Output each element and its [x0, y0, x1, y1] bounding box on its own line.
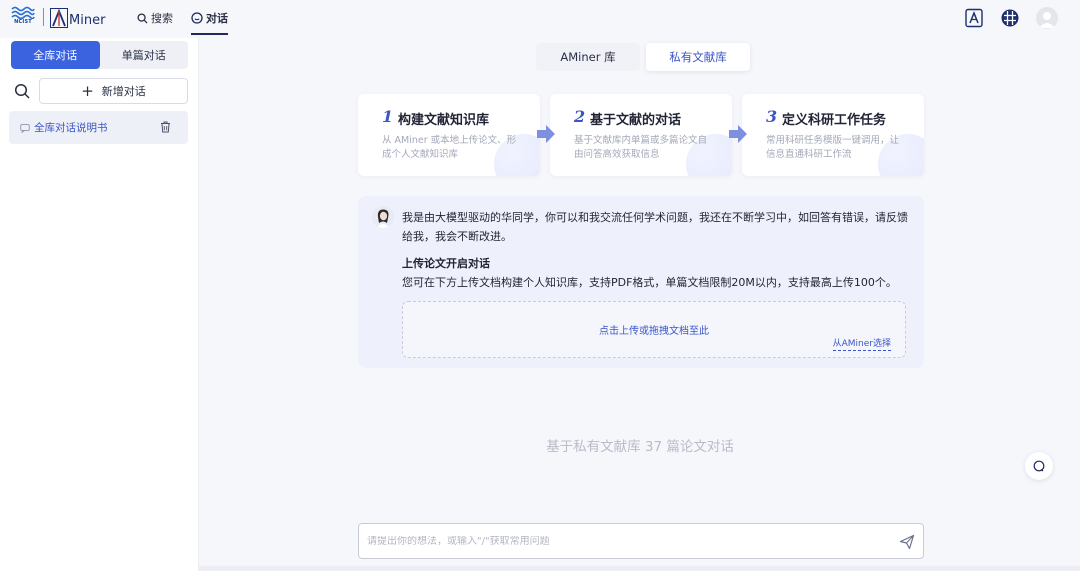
logo-divider — [43, 8, 44, 26]
bot-message-card: 我是由大模型驱动的华同学，你可以和我交流任何学术问题，我还在不断学习中，如回答有… — [358, 196, 924, 368]
step-card-build-library: 1 构建文献知识库 从 AMiner 或本地上传论文、形成个人文献知识库 — [358, 94, 540, 176]
aminer-icon[interactable] — [964, 8, 984, 28]
tab-full-library-chat[interactable]: 全库对话 — [11, 41, 100, 69]
new-chat-button[interactable]: + 新增对话 — [39, 78, 188, 104]
library-tabs: AMiner 库 私有文献库 — [536, 43, 756, 71]
library-summary-text: 基于私有文献库 37 篇论文对话 — [546, 439, 734, 455]
tab-private-library[interactable]: 私有文献库 — [646, 43, 750, 71]
nav-search[interactable]: 搜索 — [137, 10, 173, 26]
sidebar-tabs: 全库对话 单篇对话 — [11, 41, 188, 69]
step-number: 1 — [382, 107, 394, 126]
help-chat-icon — [1033, 460, 1045, 472]
aminer-a-icon — [50, 8, 68, 28]
aminer-logo-text: Miner — [69, 13, 106, 28]
nav-chat[interactable]: 对话 — [191, 10, 228, 26]
user-silhouette-icon — [1039, 12, 1055, 28]
step-title: 构建文献知识库 — [398, 113, 490, 128]
step-number: 2 — [574, 107, 586, 126]
dropzone-hint: 点击上传或拖拽文档至此 — [599, 326, 709, 337]
bot-avatar — [372, 206, 394, 228]
step-description: 常用科研任务模版一键调用，让信息直通科研工作流 — [766, 135, 900, 160]
tab-aminer-library[interactable]: AMiner 库 — [536, 43, 640, 71]
nav-active-indicator — [191, 33, 228, 35]
chat-input-box — [358, 523, 924, 559]
tab-single-paper-chat[interactable]: 单篇对话 — [100, 41, 189, 69]
conversation-item[interactable]: 全库对话说明书 — [9, 111, 188, 144]
bot-message-text: 我是由大模型驱动的华同学，你可以和我交流任何学术问题，我还在不断学习中，如回答有… — [402, 211, 908, 243]
trash-icon[interactable] — [160, 121, 171, 133]
top-bar: NCIST Miner 搜索 对话 — [0, 0, 1080, 38]
arrow-right-icon — [537, 125, 555, 143]
steps-row: 1 构建文献知识库 从 AMiner 或本地上传论文、形成个人文献知识库 2 基… — [358, 94, 934, 176]
conversation-icon — [20, 123, 30, 133]
main-panel: AMiner 库 私有文献库 1 构建文献知识库 从 AMiner 或本地上传论… — [200, 38, 1080, 571]
apps-grid-icon[interactable] — [1000, 8, 1020, 28]
step-card-literature-chat: 2 基于文献的对话 基于文献库内单篇或多篇论文自由问答高效获取信息 — [550, 94, 732, 176]
assistant-portrait-icon — [372, 206, 394, 228]
step-title: 基于文献的对话 — [590, 113, 682, 128]
step-title: 定义科研工作任务 — [782, 113, 887, 128]
upload-description: 您可在下方上传文档构建个人知识库，支持PDF格式，单篇文档限制20M以内，支持最… — [402, 276, 897, 289]
search-icon — [137, 12, 148, 24]
sidebar: 全库对话 单篇对话 + 新增对话 全库对话说明书 — [0, 38, 199, 571]
user-avatar-icon[interactable] — [1036, 7, 1058, 29]
step-description: 从 AMiner 或本地上传论文、形成个人文献知识库 — [382, 135, 517, 160]
chat-input[interactable] — [367, 535, 887, 547]
arrow-right-icon — [729, 125, 747, 143]
step-number: 3 — [766, 107, 778, 126]
new-chat-label: 新增对话 — [101, 85, 146, 98]
bottom-divider — [199, 566, 1080, 571]
ncist-logo-text: NCIST — [14, 19, 32, 25]
logo-group[interactable]: NCIST Miner — [10, 6, 105, 28]
aminer-logo: Miner — [50, 6, 105, 28]
chat-bubble-icon — [191, 12, 203, 24]
upload-title: 上传论文开启对话 — [402, 257, 490, 270]
send-icon[interactable] — [899, 534, 915, 550]
ncist-logo: NCIST — [10, 6, 36, 28]
nav-chat-label: 对话 — [206, 12, 228, 25]
step-description: 基于文献库内单篇或多篇论文自由问答高效获取信息 — [574, 135, 708, 160]
ncist-waves-icon — [11, 6, 35, 19]
step-card-research-tasks: 3 定义科研工作任务 常用科研任务模版一键调用，让信息直通科研工作流 — [742, 94, 924, 176]
conversation-label: 全库对话说明书 — [34, 122, 108, 134]
floating-help-button[interactable] — [1025, 452, 1053, 480]
plus-icon: + — [81, 81, 94, 100]
pick-from-aminer-link[interactable]: 从AMiner选择 — [832, 339, 891, 351]
sidebar-search-icon[interactable] — [14, 83, 30, 99]
file-dropzone[interactable]: 点击上传或拖拽文档至此 从AMiner选择 — [402, 301, 906, 358]
nav-search-label: 搜索 — [151, 12, 173, 25]
